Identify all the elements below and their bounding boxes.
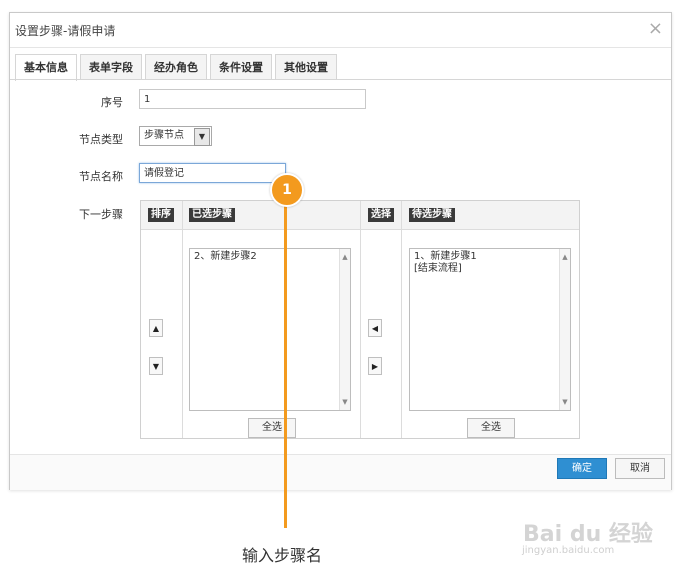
callout-caption: 输入步骤名 — [242, 546, 323, 565]
callout-number: 1 — [270, 173, 304, 207]
node-type-value: 步骤节点 — [144, 130, 184, 141]
add-step-button[interactable]: ▶ — [368, 357, 382, 375]
panel-divider — [182, 201, 183, 438]
pending-steps-badge: 待选步骤 — [409, 208, 455, 222]
close-icon[interactable]: × — [648, 18, 663, 39]
tab-basic-info[interactable]: 基本信息 — [15, 54, 77, 81]
chevron-down-icon[interactable]: ▼ — [194, 128, 210, 146]
step-settings-dialog: 设置步骤-请假申请 × 基本信息 表单字段 经办角色 条件设置 其他设置 序号 … — [9, 12, 672, 490]
callout-line — [284, 190, 287, 528]
node-name-label: 节点名称 — [79, 170, 123, 183]
select-all-selected-button[interactable]: 全选 — [248, 418, 296, 438]
scrollbar[interactable]: ▲ ▼ — [339, 249, 350, 410]
watermark-logo: Bai du 经验 — [523, 522, 653, 547]
scroll-up-icon[interactable]: ▲ — [560, 251, 570, 263]
tab-conditions[interactable]: 条件设置 — [210, 54, 272, 80]
tab-other-settings[interactable]: 其他设置 — [275, 54, 337, 80]
node-type-label: 节点类型 — [79, 133, 123, 146]
panel-divider — [360, 201, 361, 438]
cancel-button[interactable]: 取消 — [615, 458, 665, 479]
tab-roles[interactable]: 经办角色 — [145, 54, 207, 80]
dialog-title: 设置步骤-请假申请 — [15, 24, 116, 38]
next-step-label: 下一步骤 — [79, 208, 123, 221]
pending-steps-list[interactable]: 1、新建步骤1 [结束流程] ▲ ▼ — [409, 248, 571, 411]
select-all-pending-button[interactable]: 全选 — [467, 418, 515, 438]
scrollbar[interactable]: ▲ ▼ — [559, 249, 570, 410]
choose-badge: 选择 — [368, 208, 394, 222]
sort-badge: 排序 — [148, 208, 174, 222]
move-down-button[interactable]: ▼ — [149, 357, 163, 375]
node-type-select[interactable]: 步骤节点 ▼ — [139, 126, 212, 146]
ok-button[interactable]: 确定 — [557, 458, 607, 479]
seq-label: 序号 — [101, 96, 123, 109]
panel-divider — [401, 201, 402, 438]
next-step-panel: 排序 已选步骤 选择 待选步骤 ▲ ▼ 2、新建步骤2 ▲ ▼ ◀ ▶ 1、新建… — [140, 200, 580, 439]
watermark-url: jingyan.baidu.com — [522, 545, 615, 556]
list-item[interactable]: 2、新建步骤2 — [194, 251, 346, 263]
dialog-titlebar: 设置步骤-请假申请 × — [10, 13, 671, 48]
seq-input[interactable]: 1 — [139, 89, 366, 109]
selected-steps-badge: 已选步骤 — [189, 208, 235, 222]
scroll-down-icon[interactable]: ▼ — [340, 396, 350, 408]
selected-steps-list[interactable]: 2、新建步骤2 ▲ ▼ — [189, 248, 351, 411]
list-item[interactable]: [结束流程] — [414, 263, 566, 275]
list-item[interactable]: 1、新建步骤1 — [414, 251, 566, 263]
tab-form-fields[interactable]: 表单字段 — [80, 54, 142, 80]
remove-step-button[interactable]: ◀ — [368, 319, 382, 337]
node-name-input[interactable]: 请假登记 — [139, 163, 286, 183]
tab-divider — [10, 79, 671, 80]
scroll-down-icon[interactable]: ▼ — [560, 396, 570, 408]
move-up-button[interactable]: ▲ — [149, 319, 163, 337]
scroll-up-icon[interactable]: ▲ — [340, 251, 350, 263]
